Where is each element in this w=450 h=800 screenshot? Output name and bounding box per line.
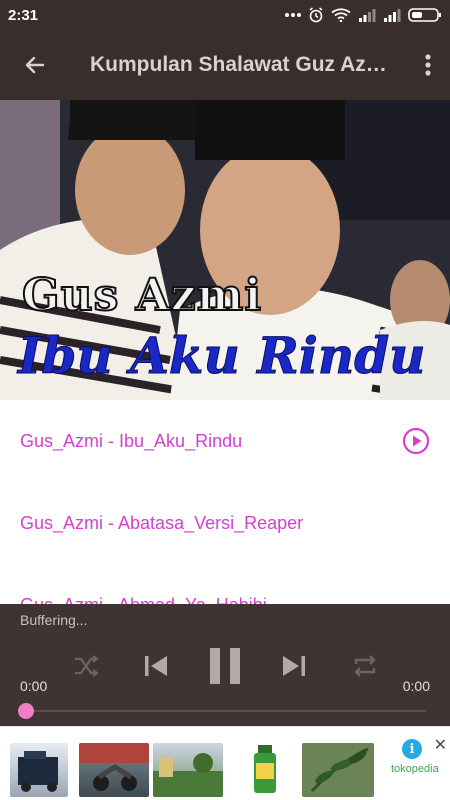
page-title: Kumpulan Shalawat Guz Azmi (90, 53, 390, 76)
status-icons (285, 7, 442, 23)
cover-song-text: Ibu Aku Rindu (18, 326, 427, 386)
track-item[interactable]: Gus_Azmi - Ahmad_Ya_Habibi (0, 564, 450, 606)
alarm-icon (309, 7, 323, 23)
wifi-icon (331, 8, 351, 22)
buffering-status: Buffering... (20, 612, 88, 628)
close-icon[interactable]: ✕ (434, 735, 447, 755)
ad-brand: tokopedia (391, 763, 439, 775)
play-circle-icon[interactable] (402, 427, 430, 455)
back-button[interactable] (0, 30, 70, 100)
herbal-bottle-image (254, 745, 276, 793)
album-cover-image: Gus Azmi Ibu Aku Rindu (0, 100, 450, 400)
skip-next-icon (283, 656, 305, 676)
ad-product-image[interactable] (244, 743, 286, 797)
current-time: 0:00 (20, 678, 48, 694)
player-controls (0, 642, 450, 690)
track-title: Gus_Azmi - Abatasa_Versi_Reaper (20, 512, 304, 533)
skip-previous-icon (145, 656, 167, 676)
previous-button[interactable] (132, 642, 180, 690)
ad-product-image[interactable] (79, 743, 149, 797)
garden-image (153, 753, 223, 797)
track-item[interactable]: Gus_Azmi - Abatasa_Versi_Reaper (0, 482, 450, 564)
cover-artist-text: Gus Azmi (21, 269, 263, 322)
app-bar: Kumpulan Shalawat Guz Azmi (0, 30, 450, 100)
track-list: Gus_Azmi - Ibu_Aku_Rindu Gus_Azmi - Abat… (0, 400, 450, 605)
track-item[interactable]: Gus_Azmi - Ibu_Aku_Rindu (0, 400, 450, 482)
signal-icon (359, 9, 376, 22)
seek-thumb[interactable] (18, 703, 34, 719)
media-player: Buffering... 0:00 0:00 (0, 604, 450, 726)
shuffle-button[interactable] (64, 642, 108, 690)
ad-banner[interactable]: i ✕ tokopedia (0, 726, 450, 800)
track-title: Gus_Azmi - Ibu_Aku_Rindu (20, 430, 243, 451)
ad-product-image[interactable] (302, 743, 374, 797)
ad-product-image[interactable] (153, 743, 223, 797)
repeat-button[interactable] (342, 642, 388, 690)
status-time: 2:31 (8, 6, 39, 24)
ad-product-image[interactable] (10, 743, 68, 797)
plant-image (310, 747, 369, 793)
arrow-left-icon (25, 56, 45, 74)
repeat-icon (354, 655, 376, 677)
total-time: 0:00 (402, 678, 430, 694)
pause-button[interactable] (202, 642, 248, 690)
pause-icon (210, 648, 240, 684)
signal-icon (384, 9, 401, 22)
status-bar: 2:31 (0, 0, 450, 30)
more-vert-icon (425, 54, 431, 76)
seek-bar[interactable] (26, 710, 426, 712)
battery-icon (408, 8, 441, 22)
next-button[interactable] (270, 642, 318, 690)
overflow-menu-button[interactable] (406, 30, 450, 100)
motorbike-image (79, 743, 149, 791)
more-dots-icon (285, 13, 301, 17)
generator-image (18, 751, 58, 792)
info-icon[interactable]: i (402, 739, 422, 759)
shuffle-icon (75, 655, 99, 677)
